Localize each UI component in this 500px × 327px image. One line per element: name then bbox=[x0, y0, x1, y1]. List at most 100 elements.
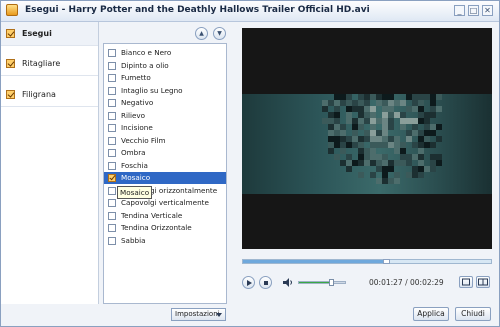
effect-checkbox[interactable] bbox=[108, 224, 116, 232]
video-preview bbox=[242, 28, 492, 249]
volume-handle[interactable] bbox=[329, 279, 335, 286]
sidebar-item-ritagliare[interactable]: Ritagliare bbox=[1, 52, 98, 76]
effect-checkbox[interactable] bbox=[108, 99, 116, 107]
effect-label: Fumetto bbox=[121, 73, 151, 82]
mosaic-tile bbox=[430, 142, 436, 148]
sidebar-item-label: Ritagliare bbox=[22, 59, 61, 68]
time-separator: / bbox=[405, 278, 408, 287]
effect-checkbox[interactable] bbox=[108, 86, 116, 95]
play-button[interactable] bbox=[242, 276, 255, 289]
total-time: 00:02:29 bbox=[410, 278, 444, 287]
sidebar-item-label: Esegui bbox=[22, 29, 52, 38]
sidebar-item-filigrana[interactable]: Filigrana bbox=[1, 83, 98, 107]
effect-label: Dipinto a olio bbox=[121, 60, 169, 70]
chevron-down-icon bbox=[216, 313, 222, 317]
checkbox-icon bbox=[6, 59, 15, 68]
effect-item[interactable]: Intaglio su Legno bbox=[104, 85, 226, 97]
maximize-button[interactable]: □ bbox=[468, 5, 479, 16]
speaker-icon[interactable] bbox=[283, 278, 293, 287]
volume-slider[interactable] bbox=[298, 279, 346, 286]
effect-item[interactable]: Rilievo bbox=[104, 110, 226, 122]
effect-item[interactable]: Bianco e Nero bbox=[104, 47, 226, 59]
effect-item[interactable]: Sabbia bbox=[104, 235, 226, 247]
mosaic-tile bbox=[436, 136, 442, 142]
split-screen-icon bbox=[478, 278, 488, 286]
effects-dialog: Esegui - Harry Potter and the Deathly Ha… bbox=[0, 0, 500, 327]
mosaic-tile bbox=[436, 124, 442, 130]
effect-tooltip: Mosaico bbox=[117, 186, 153, 199]
mosaic-tile bbox=[436, 94, 442, 100]
effect-item[interactable]: Tendina Verticale bbox=[104, 210, 226, 222]
effect-item[interactable]: Mosaico bbox=[104, 172, 226, 184]
effect-checkbox[interactable] bbox=[108, 211, 116, 220]
app-icon bbox=[6, 4, 18, 16]
effect-label: Rilievo bbox=[121, 110, 146, 120]
effect-label: Tendina Verticale bbox=[121, 210, 183, 220]
effect-item[interactable]: Incisione bbox=[104, 122, 226, 134]
timeline-slider[interactable] bbox=[242, 259, 492, 264]
effect-item[interactable]: Ombra bbox=[104, 147, 226, 159]
effect-label: Negativo bbox=[121, 98, 154, 107]
sidebar-item-label: Filigrana bbox=[22, 90, 56, 99]
stop-icon bbox=[263, 280, 268, 285]
sidebar-item-esegui[interactable]: Esegui bbox=[1, 22, 98, 46]
effect-checkbox[interactable] bbox=[108, 186, 116, 195]
single-screen-icon bbox=[462, 278, 470, 286]
mosaic-tile bbox=[436, 160, 442, 166]
stop-button[interactable] bbox=[259, 276, 272, 289]
current-time: 00:01:27 bbox=[369, 278, 403, 287]
video-frame bbox=[242, 94, 492, 194]
title-bar[interactable]: Esegui - Harry Potter and the Deathly Ha… bbox=[1, 1, 499, 22]
mosaic-tile bbox=[346, 166, 352, 172]
effect-item[interactable]: Tendina Orizzontale bbox=[104, 222, 226, 234]
effect-item[interactable]: Negativo bbox=[104, 97, 226, 109]
effect-item[interactable]: Dipinto a olio bbox=[104, 60, 226, 72]
mosaic-tile bbox=[358, 172, 364, 178]
effect-checkbox[interactable] bbox=[108, 136, 116, 145]
compare-view-button[interactable] bbox=[476, 276, 490, 288]
move-up-button[interactable]: ▲ bbox=[195, 27, 208, 40]
effect-checkbox[interactable] bbox=[108, 124, 116, 132]
effect-item[interactable]: Fumetto bbox=[104, 72, 226, 84]
window-title: Esegui - Harry Potter and the Deathly Ha… bbox=[25, 5, 370, 15]
effect-label: Sabbia bbox=[121, 235, 146, 245]
effect-label: Intaglio su Legno bbox=[121, 85, 183, 95]
mosaic-tile bbox=[436, 106, 442, 112]
effect-checkbox[interactable] bbox=[108, 49, 116, 57]
apply-button[interactable]: Applica bbox=[413, 307, 449, 321]
effect-label: Incisione bbox=[121, 123, 153, 132]
effect-checkbox[interactable] bbox=[108, 61, 116, 70]
effect-label: Foschia bbox=[121, 160, 148, 170]
effect-checkbox[interactable] bbox=[108, 111, 116, 120]
effect-item[interactable]: Foschia bbox=[104, 160, 226, 172]
mosaic-tile bbox=[430, 166, 436, 172]
mosaic-tile bbox=[394, 178, 400, 184]
time-display: 00:01:27 / 00:02:29 bbox=[369, 278, 444, 287]
effect-checkbox[interactable] bbox=[108, 161, 116, 170]
effect-label: Ombra bbox=[121, 148, 146, 157]
original-view-button[interactable] bbox=[459, 276, 473, 288]
effect-item[interactable]: Vecchio Film bbox=[104, 135, 226, 147]
effect-label: Vecchio Film bbox=[121, 135, 166, 145]
effect-label: Mosaico bbox=[121, 173, 151, 182]
checkbox-icon bbox=[6, 29, 15, 38]
effect-checkbox[interactable] bbox=[108, 149, 116, 157]
volume-level bbox=[299, 282, 332, 283]
effect-checkbox[interactable] bbox=[108, 199, 116, 207]
timeline-handle[interactable] bbox=[382, 259, 390, 264]
effect-label: Capovolgi verticalmente bbox=[121, 198, 209, 207]
timeline-progress bbox=[243, 260, 386, 263]
close-button[interactable]: Chiudi bbox=[455, 307, 491, 321]
move-down-button[interactable]: ▼ bbox=[213, 27, 226, 40]
settings-button-label: Impostazioni bbox=[175, 310, 220, 318]
effect-label: Tendina Orizzontale bbox=[121, 223, 192, 232]
minimize-button[interactable]: _ bbox=[454, 5, 465, 16]
sidebar: Esegui Ritagliare Filigrana bbox=[1, 22, 99, 304]
mosaic-tile bbox=[430, 112, 436, 118]
mosaic-tile bbox=[388, 124, 394, 130]
close-window-button[interactable]: ✕ bbox=[482, 5, 493, 16]
effect-checkbox[interactable] bbox=[108, 174, 116, 182]
effect-checkbox[interactable] bbox=[108, 74, 116, 82]
settings-dropdown-button[interactable]: Impostazioni bbox=[171, 308, 226, 321]
effect-checkbox[interactable] bbox=[108, 236, 116, 245]
